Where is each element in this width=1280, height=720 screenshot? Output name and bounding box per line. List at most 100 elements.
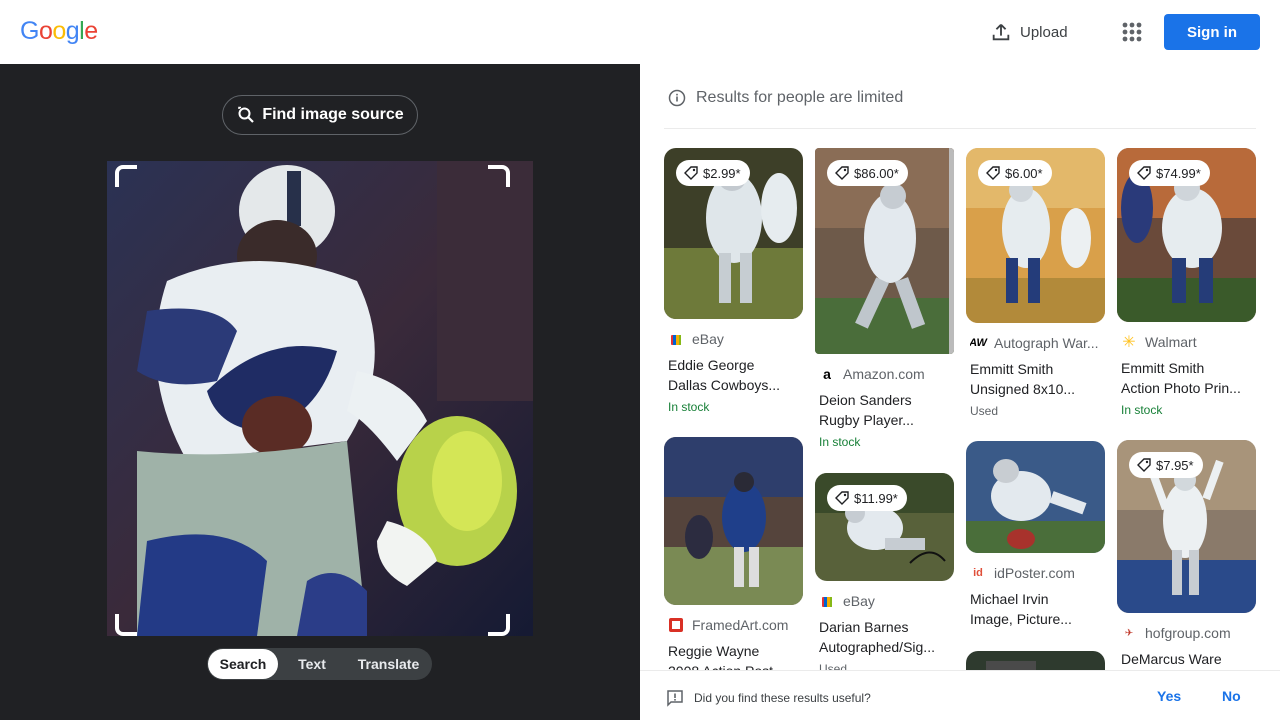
- sign-in-button[interactable]: Sign in: [1164, 14, 1260, 50]
- crop-handle-bottom-left[interactable]: [115, 614, 137, 636]
- google-logo[interactable]: Google: [20, 17, 98, 46]
- result-card[interactable]: $7.95* ✈ hofgroup.com DeMarcus Ware: [1117, 440, 1256, 669]
- feedback-bar: Did you find these results useful? Yes N…: [640, 670, 1280, 720]
- top-bar: Google Upload Sign in: [0, 0, 1280, 64]
- lens-mode-switcher: Search Text Translate: [207, 648, 432, 680]
- logo-letter: g: [65, 17, 80, 45]
- logo-letter: o: [38, 17, 53, 45]
- feedback-no-button[interactable]: No: [1222, 688, 1241, 704]
- tag-icon: [835, 166, 849, 180]
- result-title[interactable]: DeMarcus Ware: [1121, 649, 1251, 669]
- result-source: ✈ hofgroup.com: [1121, 625, 1256, 641]
- hofgroup-icon: ✈: [1124, 627, 1134, 639]
- result-source: AW Autograph War...: [970, 335, 1105, 351]
- result-thumbnail[interactable]: $86.00*: [815, 148, 954, 354]
- tag-icon: [684, 166, 698, 180]
- result-card[interactable]: $86.00* a Amazon.com Deion Sanders Rugby…: [815, 148, 954, 449]
- tab-translate[interactable]: Translate: [346, 649, 431, 679]
- title-line: Eddie George: [668, 357, 755, 373]
- stock-status: In stock: [819, 435, 861, 449]
- result-source: eBay: [819, 593, 954, 609]
- title-line: DeMarcus Ware: [1121, 651, 1222, 667]
- result-thumbnail[interactable]: $2.99*: [664, 148, 803, 319]
- stock-status: In stock: [668, 400, 710, 414]
- result-thumbnail[interactable]: $74.99*: [1117, 148, 1256, 322]
- title-line: Reggie Wayne: [668, 643, 760, 659]
- source-name: eBay: [692, 331, 724, 347]
- upload-icon: [992, 24, 1010, 41]
- result-source: ✳ Walmart: [1121, 334, 1256, 350]
- price-tag: $86.00*: [827, 160, 908, 186]
- result-title[interactable]: Michael Irvin Image, Picture...: [970, 589, 1100, 629]
- result-source: id idPoster.com: [970, 565, 1105, 581]
- source-name: Walmart: [1145, 334, 1197, 350]
- info-icon: [668, 89, 686, 107]
- result-title[interactable]: Emmitt Smith Unsigned 8x10...: [970, 359, 1100, 399]
- amazon-icon: a: [823, 366, 831, 382]
- tab-search[interactable]: Search: [208, 649, 278, 679]
- tag-icon: [1137, 458, 1151, 472]
- feedback-question-text: Did you find these results useful?: [694, 691, 871, 705]
- apps-grid-icon[interactable]: [1118, 18, 1146, 46]
- result-thumbnail[interactable]: [966, 441, 1105, 553]
- price-text: $7.95*: [1156, 457, 1194, 473]
- result-thumbnail[interactable]: $11.99*: [815, 473, 954, 581]
- result-card[interactable]: $6.00* AW Autograph War... Emmitt Smith …: [966, 148, 1105, 418]
- price-tag: $74.99*: [1129, 160, 1210, 186]
- price-text: $6.00*: [1005, 165, 1043, 181]
- feedback-question: Did you find these results useful?: [666, 689, 871, 707]
- limited-notice: Results for people are limited: [668, 89, 903, 107]
- crop-handle-top-left[interactable]: [115, 165, 137, 187]
- crop-handle-bottom-right[interactable]: [488, 614, 510, 636]
- result-title[interactable]: Darian Barnes Autographed/Sig...: [819, 617, 949, 657]
- title-line: Image, Picture...: [970, 611, 1072, 627]
- source-name: idPoster.com: [994, 565, 1075, 581]
- crop-handle-top-right[interactable]: [488, 165, 510, 187]
- logo-letter: e: [84, 17, 98, 45]
- logo-letter: o: [52, 17, 66, 45]
- title-line: Emmitt Smith: [970, 361, 1054, 377]
- result-card[interactable]: $11.99* eBay Darian Barnes Autographed/S…: [815, 473, 954, 676]
- tag-icon: [1137, 166, 1151, 180]
- title-line: Unsigned 8x10...: [970, 381, 1076, 397]
- price-tag: $11.99*: [827, 485, 907, 511]
- tag-icon: [986, 166, 1000, 180]
- result-thumbnail[interactable]: $6.00*: [966, 148, 1105, 323]
- result-source: eBay: [668, 331, 803, 347]
- result-thumbnail[interactable]: [664, 437, 803, 605]
- framedart-icon: [668, 617, 684, 633]
- result-source: FramedArt.com: [668, 617, 803, 633]
- title-line: Michael Irvin: [970, 591, 1049, 607]
- tab-text[interactable]: Text: [278, 649, 346, 679]
- title-line: Emmitt Smith: [1121, 360, 1205, 376]
- result-title[interactable]: Emmitt Smith Action Photo Prin...: [1121, 358, 1251, 398]
- tag-icon: [835, 491, 849, 505]
- title-line: Autographed/Sig...: [819, 639, 935, 655]
- feedback-icon: [667, 690, 683, 707]
- result-card[interactable]: FramedArt.com Reggie Wayne 2008 Action P…: [664, 437, 803, 681]
- title-line: Action Photo Prin...: [1121, 380, 1241, 396]
- result-title[interactable]: Eddie George Dallas Cowboys...: [668, 355, 798, 395]
- upload-button[interactable]: Upload: [990, 18, 1068, 46]
- source-name: Amazon.com: [843, 366, 925, 382]
- stock-status: In stock: [1121, 403, 1163, 417]
- price-tag: $2.99*: [676, 160, 750, 186]
- lens-image-panel: Find image source Search Text Translate: [0, 64, 640, 720]
- upload-label: Upload: [1020, 23, 1068, 41]
- result-title[interactable]: Deion Sanders Rugby Player...: [819, 390, 949, 430]
- source-name: eBay: [843, 593, 875, 609]
- result-thumbnail[interactable]: $7.95*: [1117, 440, 1256, 613]
- source-name: FramedArt.com: [692, 617, 789, 633]
- feedback-yes-button[interactable]: Yes: [1157, 688, 1181, 704]
- divider: [664, 128, 1256, 129]
- result-card[interactable]: $74.99* ✳ Walmart Emmitt Smith Action Ph…: [1117, 148, 1256, 417]
- price-tag: $7.95*: [1129, 452, 1203, 478]
- find-image-source-button[interactable]: Find image source: [222, 95, 418, 135]
- result-card[interactable]: id idPoster.com Michael Irvin Image, Pic…: [966, 441, 1105, 629]
- result-card[interactable]: $2.99* eBay Eddie George Dallas Cowboys.…: [664, 148, 803, 414]
- price-tag: $6.00*: [978, 160, 1052, 186]
- ebay-icon: [819, 593, 835, 609]
- title-line: Deion Sanders: [819, 392, 912, 408]
- price-text: $11.99*: [854, 490, 898, 506]
- price-text: $2.99*: [703, 165, 741, 181]
